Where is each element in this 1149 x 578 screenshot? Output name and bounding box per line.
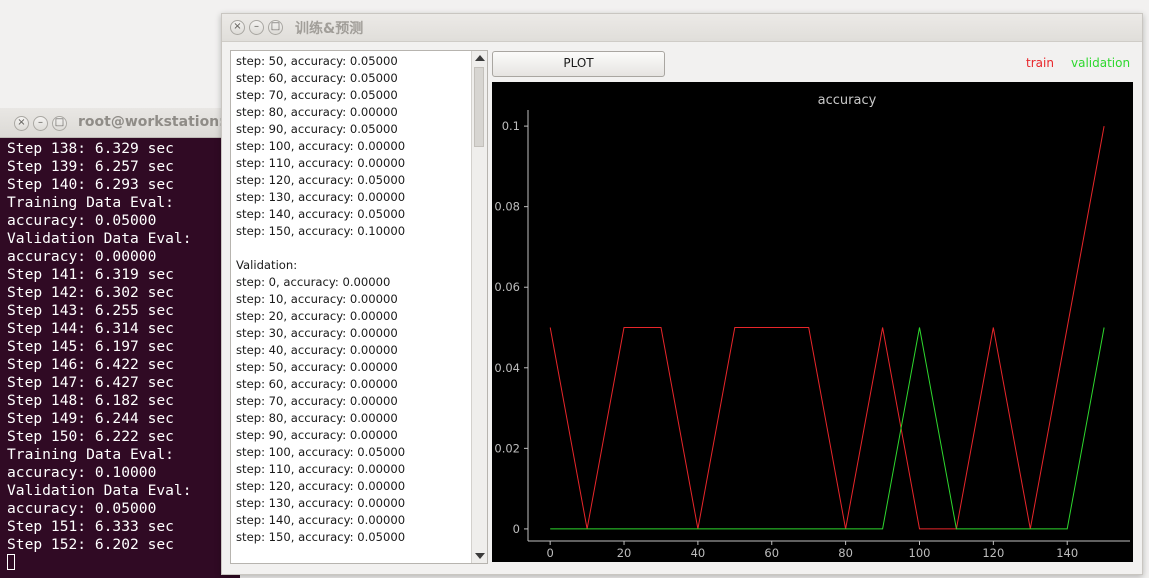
y-tick-label: 0.06 [494, 280, 520, 294]
terminal-line: Step 141: 6.319 sec [7, 266, 174, 283]
accuracy-log-list[interactable]: step: 50, accuracy: 0.05000 step: 60, acc… [230, 50, 488, 564]
log-scrollbar[interactable] [471, 51, 487, 563]
terminal-line: Training Data Eval: [7, 446, 174, 463]
terminal-line: accuracy: 0.05000 [7, 212, 157, 229]
log-line: step: 120, accuracy: 0.00000 [236, 479, 406, 493]
log-text: step: 50, accuracy: 0.05000 step: 60, acc… [236, 53, 471, 546]
terminal-line: Step 144: 6.314 sec [7, 320, 174, 337]
terminal-line: Step 142: 6.302 sec [7, 284, 174, 301]
maximize-icon[interactable]: □ [52, 116, 67, 131]
log-line: step: 50, accuracy: 0.05000 [236, 54, 398, 68]
legend-validation: validation [1071, 56, 1131, 70]
x-tick-label: 20 [617, 546, 632, 560]
x-tick-label: 40 [691, 546, 706, 560]
log-line: step: 80, accuracy: 0.00000 [236, 105, 398, 119]
terminal-line: Validation Data Eval: [7, 230, 192, 247]
terminal-line: Step 149: 6.244 sec [7, 410, 174, 427]
log-line: step: 110, accuracy: 0.00000 [236, 462, 406, 476]
log-line: step: 60, accuracy: 0.05000 [236, 71, 398, 85]
y-tick-label: 0.02 [494, 441, 520, 455]
legend-train: train [1026, 56, 1054, 70]
x-tick-label: 80 [838, 546, 853, 560]
terminal-line: Step 151: 6.333 sec [7, 518, 174, 535]
log-line: step: 150, accuracy: 0.05000 [236, 530, 406, 544]
log-line: step: 40, accuracy: 0.00000 [236, 343, 398, 357]
terminal-line: Step 138: 6.329 sec [7, 140, 174, 157]
minimize-icon[interactable]: – [33, 116, 48, 131]
chart-title: accuracy [818, 93, 877, 108]
y-tick-label: 0.04 [494, 361, 520, 375]
scrollbar-thumb[interactable] [474, 67, 484, 147]
log-line: step: 60, accuracy: 0.00000 [236, 377, 398, 391]
x-tick-label: 60 [764, 546, 779, 560]
y-tick-label: 0.1 [502, 119, 520, 133]
terminal-titlebar[interactable]: × – □ root@workstation: / [0, 108, 240, 138]
y-tick-label: 0 [513, 522, 520, 536]
accuracy-chart[interactable]: accuracy 0 0.02 0.04 0.06 0.08 0.1 0 20 40 60 80 100… [492, 82, 1133, 562]
terminal-line: Step 147: 6.427 sec [7, 374, 174, 391]
terminal-window[interactable]: × – □ root@workstation: / Step 138: 6.32… [0, 108, 240, 578]
terminal-title: root@workstation: / [78, 114, 235, 130]
terminal-line: Step 152: 6.202 sec [7, 536, 174, 553]
terminal-cursor [7, 554, 15, 570]
log-line: step: 100, accuracy: 0.05000 [236, 445, 406, 459]
terminal-line: accuracy: 0.10000 [7, 464, 157, 481]
x-tick-label: 120 [982, 546, 1004, 560]
log-line: step: 90, accuracy: 0.05000 [236, 122, 398, 136]
terminal-text: Step 138: 6.329 sec Step 139: 6.257 sec … [7, 140, 192, 553]
app-title: 训练&预测 [295, 21, 364, 37]
plot-button[interactable]: PLOT [492, 51, 665, 77]
log-line: step: 150, accuracy: 0.10000 [236, 224, 406, 238]
terminal-line: Step 143: 6.255 sec [7, 302, 174, 319]
log-line: step: 70, accuracy: 0.05000 [236, 88, 398, 102]
app-titlebar[interactable]: × – □ 训练&预测 [222, 14, 1142, 42]
log-line: step: 100, accuracy: 0.00000 [236, 139, 406, 153]
maximize-icon[interactable]: □ [268, 20, 283, 35]
x-tick-label: 100 [909, 546, 931, 560]
terminal-line: Step 140: 6.293 sec [7, 176, 174, 193]
x-tick-label: 140 [1056, 546, 1078, 560]
series-line-train [549, 126, 1105, 530]
close-icon[interactable]: × [14, 116, 29, 131]
terminal-line: Step 148: 6.182 sec [7, 392, 174, 409]
chart-svg: accuracy 0 0.02 0.04 0.06 0.08 0.1 0 20 40 60 80 100… [494, 93, 1130, 560]
chevron-up-icon[interactable] [475, 55, 485, 61]
log-line: step: 70, accuracy: 0.00000 [236, 394, 398, 408]
train-predict-window[interactable]: × – □ 训练&预测 step: 50, accuracy: 0.05000 s… [221, 13, 1143, 575]
terminal-line: Step 145: 6.197 sec [7, 338, 174, 355]
log-line: step: 130, accuracy: 0.00000 [236, 496, 406, 510]
log-line: step: 80, accuracy: 0.00000 [236, 411, 398, 425]
terminal-output[interactable]: Step 138: 6.329 sec Step 139: 6.257 sec … [0, 137, 240, 578]
terminal-line: Validation Data Eval: [7, 482, 192, 499]
terminal-line: accuracy: 0.05000 [7, 500, 157, 517]
y-tick-label: 0.08 [494, 200, 520, 214]
log-line: step: 140, accuracy: 0.00000 [236, 513, 406, 527]
log-line: step: 130, accuracy: 0.00000 [236, 190, 406, 204]
log-line: step: 30, accuracy: 0.00000 [236, 326, 398, 340]
log-line: step: 90, accuracy: 0.00000 [236, 428, 398, 442]
close-icon[interactable]: × [230, 20, 245, 35]
chevron-down-icon[interactable] [475, 553, 485, 559]
log-line: step: 140, accuracy: 0.05000 [236, 207, 406, 221]
log-line: step: 120, accuracy: 0.05000 [236, 173, 406, 187]
minimize-icon[interactable]: – [249, 20, 264, 35]
log-line: Validation: [236, 258, 298, 272]
log-line: step: 50, accuracy: 0.00000 [236, 360, 398, 374]
log-line: step: 110, accuracy: 0.00000 [236, 156, 406, 170]
log-line: step: 20, accuracy: 0.00000 [236, 309, 398, 323]
log-line: step: 0, accuracy: 0.00000 [236, 275, 391, 289]
terminal-line: Step 150: 6.222 sec [7, 428, 174, 445]
log-line: step: 10, accuracy: 0.00000 [236, 292, 398, 306]
terminal-line: Training Data Eval: [7, 194, 174, 211]
terminal-line: Step 139: 6.257 sec [7, 158, 174, 175]
x-tick-label: 0 [546, 546, 553, 560]
terminal-line: accuracy: 0.00000 [7, 248, 157, 265]
terminal-line: Step 146: 6.422 sec [7, 356, 174, 373]
